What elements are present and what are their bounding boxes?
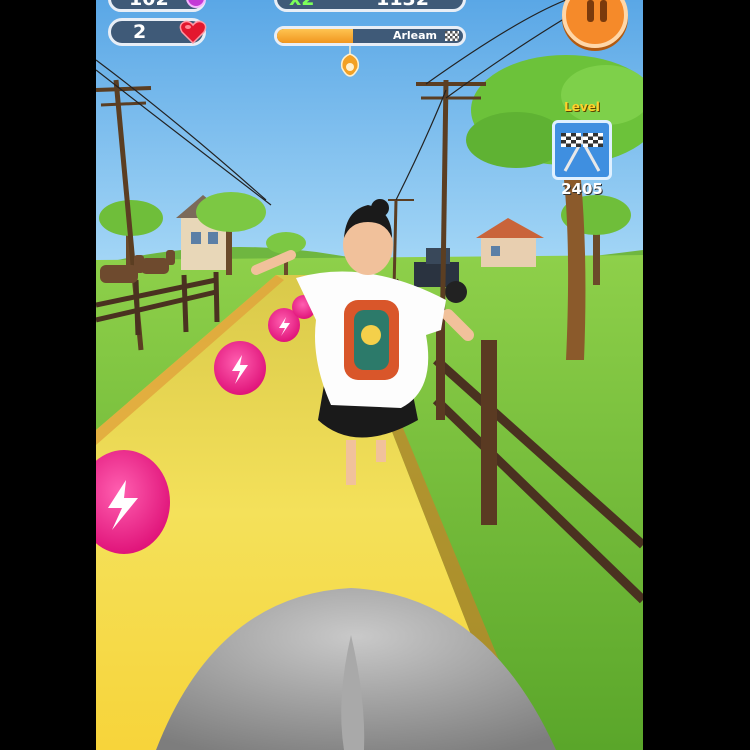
lightning-coin-1	[214, 341, 266, 395]
level-label: Level	[564, 100, 600, 114]
race-progress-fill	[277, 29, 354, 43]
heart-icon	[179, 20, 207, 45]
gems-counter: 102	[108, 0, 206, 12]
race-progress-bar: Arleam	[274, 26, 466, 46]
game-viewport[interactable]: 102 2 x2 1132 Arleam Level	[96, 0, 643, 750]
multiplier-value: x2	[289, 0, 314, 10]
lives-count: 2	[133, 21, 147, 43]
gem-icon	[186, 0, 206, 8]
gems-count: 102	[129, 0, 169, 10]
location-pin-icon	[340, 46, 360, 77]
level-value: 2405	[561, 180, 603, 198]
lives-counter: 2	[108, 18, 207, 46]
checkered-flag-icon	[561, 133, 603, 172]
finish-flag-icon	[445, 31, 459, 41]
score-counter: x2 1132	[274, 0, 466, 12]
player-name: Arleam	[392, 29, 437, 42]
pause-icon-bar	[600, 0, 607, 22]
score-value: 1132	[376, 0, 429, 10]
pause-icon	[587, 0, 594, 22]
level-badge	[552, 120, 612, 180]
